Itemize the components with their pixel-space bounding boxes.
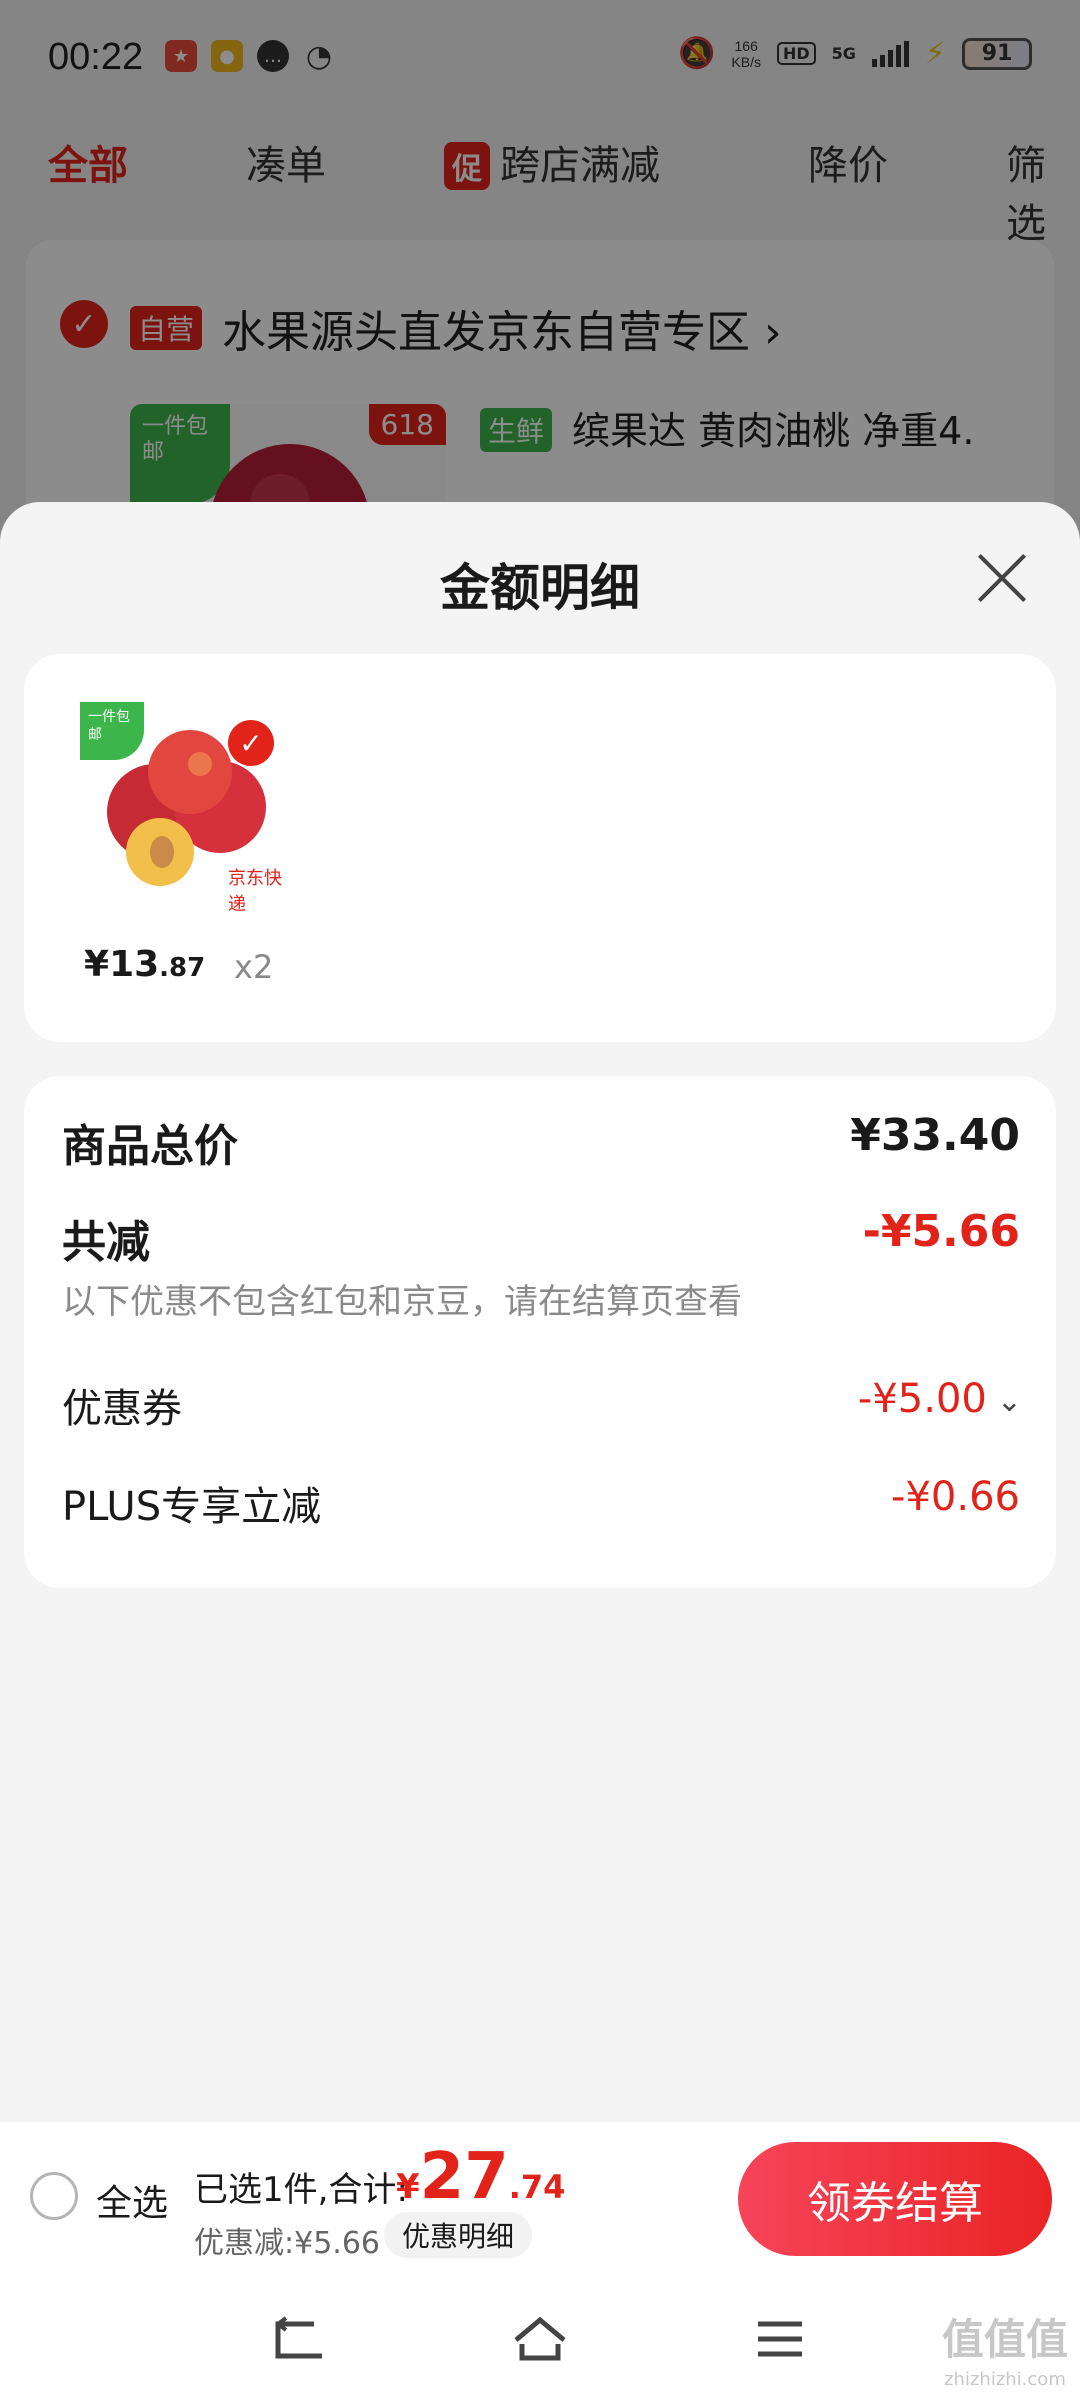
discount-detail-button[interactable]: 优惠明细 xyxy=(384,2212,533,2258)
goods-image: 一件包邮 ✓ 京东快递 xyxy=(80,702,296,915)
goods-quantity: x2 xyxy=(234,948,274,986)
amount-detail-sheet: 金额明细 一件包邮 ✓ 京东快递 ¥13.87 x2 商品总价 ¥33.40 共… xyxy=(0,502,1080,2122)
jd-express-label: 京东快递 xyxy=(228,868,282,915)
select-all-radio[interactable] xyxy=(30,2172,78,2220)
coupon-row-toggle[interactable]: -¥5.00 ⌄ xyxy=(858,1376,1022,1422)
total-discount-value: -¥5.66 xyxy=(862,1206,1020,1257)
goods-unit-price: ¥13.87 xyxy=(84,944,206,985)
subtotal-value: ¥33.40 xyxy=(850,1110,1020,1161)
watermark: 值值值 zhizhizhi.com xyxy=(941,2315,1068,2391)
discount-summary: 优惠减:¥5.66 xyxy=(194,2226,380,2261)
chevron-down-icon: ⌄ xyxy=(996,1383,1022,1419)
selection-summary: 已选1件,合计: xyxy=(194,2170,408,2210)
price-detail-card: 商品总价 ¥33.40 共减 -¥5.66 以下优惠不包含红包和京豆，请在结算页… xyxy=(24,1076,1056,1588)
plus-discount-label: PLUS专享立减 xyxy=(62,1484,322,1530)
subtotal-label: 商品总价 xyxy=(62,1121,238,1172)
total-discount-label: 共减 xyxy=(62,1217,150,1268)
home-icon[interactable] xyxy=(510,2314,570,2364)
goods-card: 一件包邮 ✓ 京东快递 ¥13.87 x2 xyxy=(24,654,1056,1042)
total-price: ¥27.74 xyxy=(396,2140,566,2214)
sheet-title: 金额明细 xyxy=(440,559,640,617)
checkout-bar: 全选 已选1件,合计: ¥27.74 优惠减:¥5.66 优惠明细 领券结算 xyxy=(0,2122,1080,2278)
free-shipping-badge: 一件包邮 xyxy=(80,702,144,760)
select-all-label[interactable]: 全选 xyxy=(96,2174,168,2226)
close-icon[interactable] xyxy=(974,550,1030,606)
plus-discount-value: -¥0.66 xyxy=(891,1474,1020,1520)
coupon-label: 优惠券 xyxy=(62,1386,182,1432)
menu-icon[interactable] xyxy=(750,2314,810,2364)
checkout-button[interactable]: 领券结算 xyxy=(738,2142,1052,2256)
back-icon[interactable] xyxy=(270,2314,330,2364)
system-nav-bar xyxy=(0,2278,1080,2400)
coupon-value: -¥5.00 xyxy=(857,1376,987,1422)
discount-note: 以下优惠不包含红包和京豆，请在结算页查看 xyxy=(62,1282,742,1322)
dim-overlay[interactable] xyxy=(0,0,1080,560)
checkmark-icon: ✓ xyxy=(228,720,274,766)
